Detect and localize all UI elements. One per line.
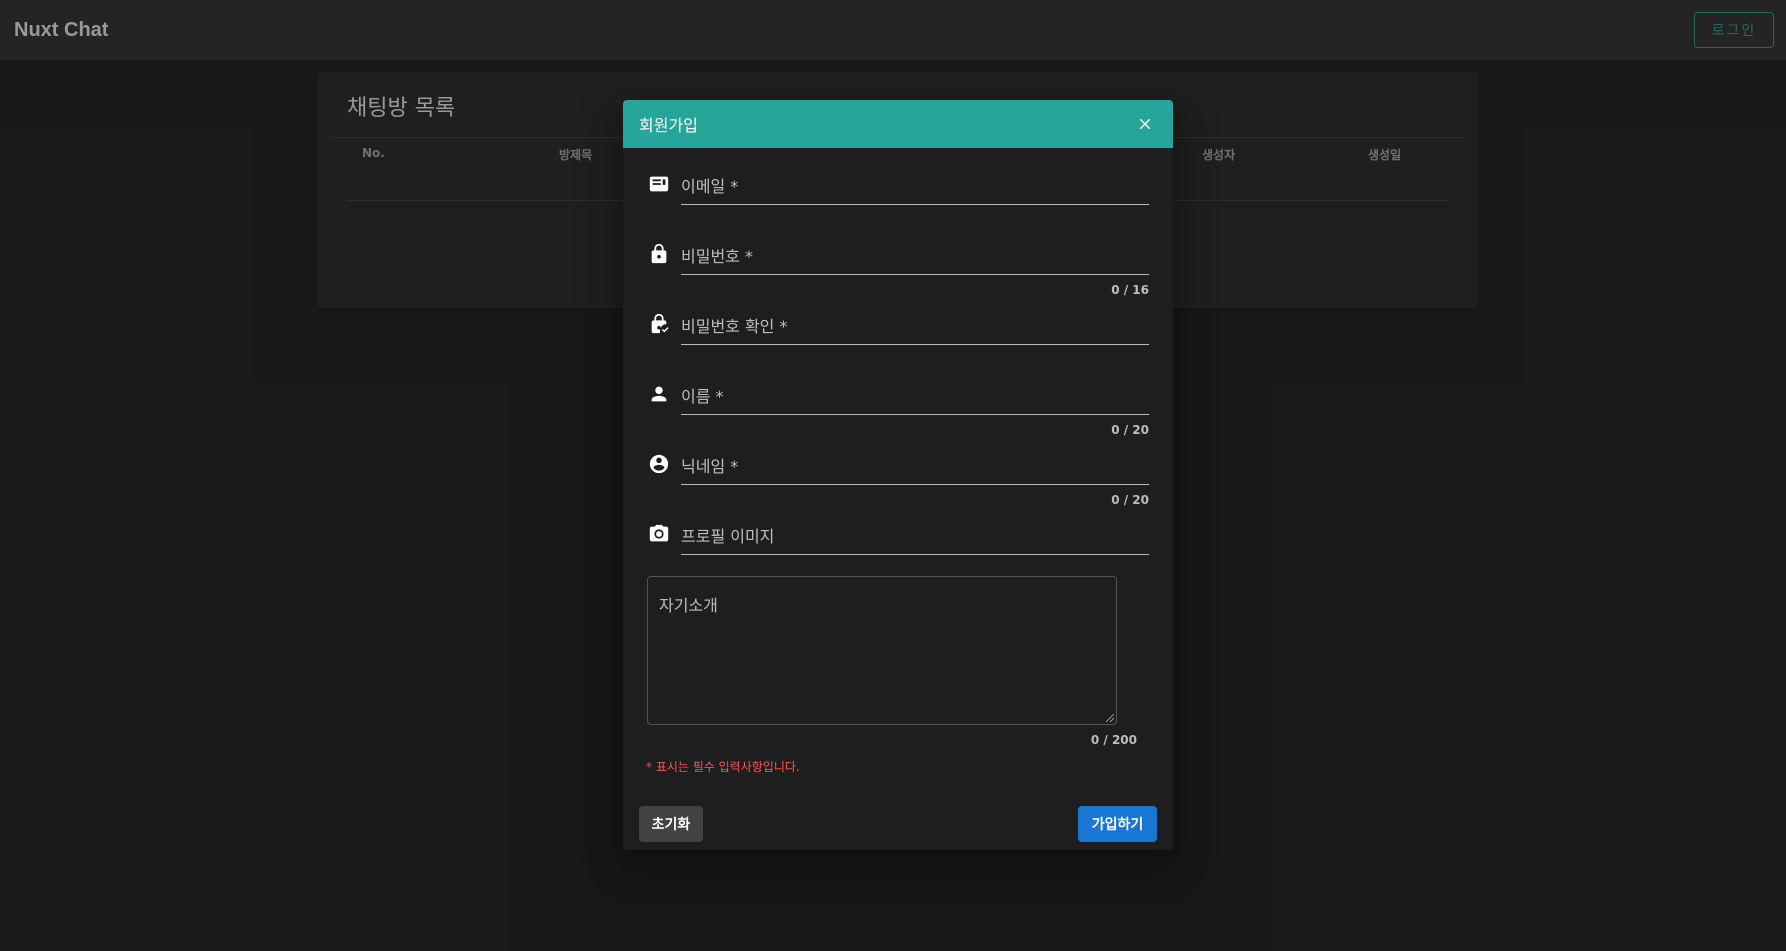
email-field: 이메일 * bbox=[647, 164, 1149, 224]
lock-icon bbox=[647, 242, 671, 266]
password-confirm-field: 비밀번호 확인 * bbox=[647, 304, 1149, 364]
reset-button[interactable]: 초기화 bbox=[639, 806, 703, 842]
name-counter: 0 / 20 bbox=[1111, 423, 1149, 437]
signup-dialog: 회원가입 이메일 * 비밀번호 * 0 / 16 비밀번호 확인 * 이름 * … bbox=[623, 100, 1173, 850]
password-counter: 0 / 16 bbox=[1111, 283, 1149, 297]
bio-counter: 0 / 200 bbox=[1090, 733, 1137, 747]
dialog-header: 회원가입 bbox=[623, 100, 1173, 148]
password-input[interactable]: 비밀번호 * bbox=[681, 234, 1149, 275]
account-circle-icon bbox=[647, 452, 671, 476]
nickname-field: 닉네임 * 0 / 20 bbox=[647, 444, 1149, 507]
password-field: 비밀번호 * 0 / 16 bbox=[647, 234, 1149, 297]
dialog-title: 회원가입 bbox=[639, 116, 698, 135]
close-icon bbox=[1139, 118, 1151, 130]
nickname-text-input[interactable] bbox=[681, 444, 1149, 484]
lock-check-icon bbox=[647, 312, 671, 336]
submit-button[interactable]: 가입하기 bbox=[1078, 806, 1157, 842]
email-input[interactable]: 이메일 * bbox=[681, 164, 1149, 205]
nickname-counter: 0 / 20 bbox=[1111, 493, 1149, 507]
required-note: * 표시는 필수 입력사항입니다. bbox=[646, 760, 800, 774]
password-confirm-text-input[interactable] bbox=[681, 304, 1149, 344]
password-text-input[interactable] bbox=[681, 234, 1149, 274]
camera-icon[interactable] bbox=[647, 522, 671, 546]
name-input[interactable]: 이름 * bbox=[681, 374, 1149, 415]
profile-image-field: 프로필 이미지 bbox=[647, 514, 1149, 574]
password-confirm-input[interactable]: 비밀번호 확인 * bbox=[681, 304, 1149, 345]
close-button[interactable] bbox=[1133, 112, 1157, 136]
email-card-icon bbox=[647, 172, 671, 196]
name-text-input[interactable] bbox=[681, 374, 1149, 414]
bio-text-input[interactable] bbox=[648, 577, 1116, 724]
resize-grip-icon[interactable] bbox=[1106, 714, 1114, 722]
bio-textarea[interactable]: 자기소개 bbox=[647, 576, 1117, 725]
person-icon bbox=[647, 382, 671, 406]
profile-image-input[interactable]: 프로필 이미지 bbox=[681, 514, 1149, 555]
profile-image-label: 프로필 이미지 bbox=[681, 527, 775, 546]
email-text-input[interactable] bbox=[681, 164, 1149, 204]
name-field: 이름 * 0 / 20 bbox=[647, 374, 1149, 437]
nickname-input[interactable]: 닉네임 * bbox=[681, 444, 1149, 485]
